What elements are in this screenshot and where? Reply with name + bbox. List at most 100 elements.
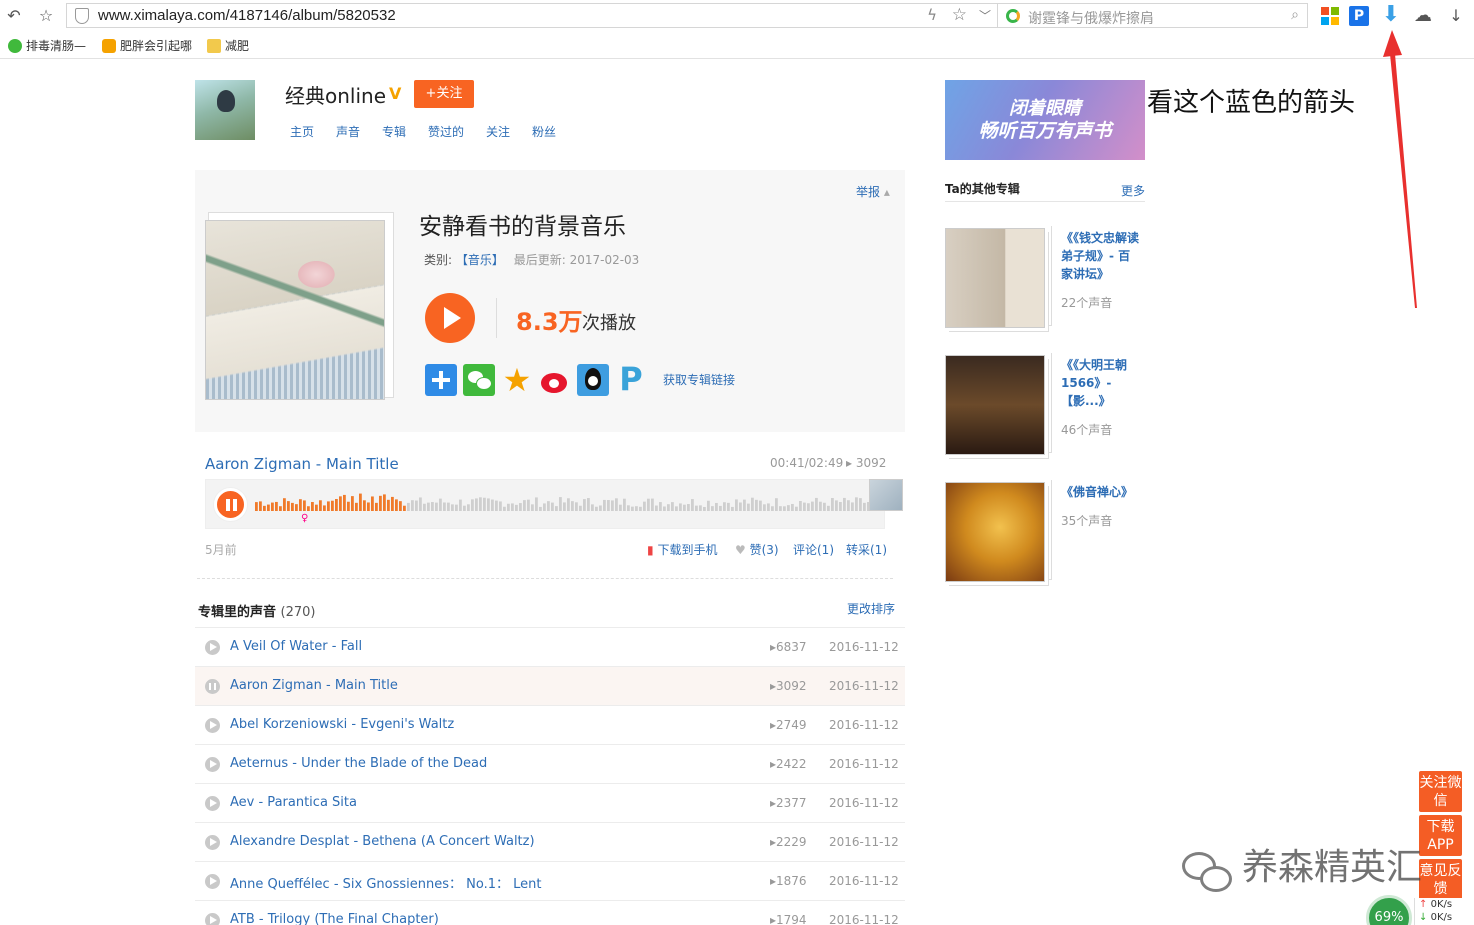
now-playing-title[interactable]: Aaron Zigman - Main Title [205,455,399,473]
waveform-bar[interactable] [615,498,618,511]
waveform-bar[interactable] [751,497,754,511]
waveform-bar[interactable] [735,499,738,511]
waveform-bar[interactable] [255,502,258,511]
waveform-bar[interactable] [559,497,562,511]
download-app-button[interactable]: 下载APP [1419,815,1462,856]
waveform-bar[interactable] [803,502,806,511]
waveform-bar[interactable] [455,504,458,511]
waveform-bar[interactable] [591,504,594,511]
waveform-bar[interactable] [687,504,690,511]
waveform-bar[interactable] [823,502,826,511]
waveform-bar[interactable] [399,501,402,511]
waveform-bar[interactable] [463,505,466,511]
waveform-bar[interactable] [439,498,442,511]
waveform-bar[interactable] [623,498,626,511]
waveform-bar[interactable] [647,498,650,511]
waveform-bar[interactable] [355,502,358,511]
waveform-bar[interactable] [691,499,694,511]
waveform-bar[interactable] [639,506,642,511]
waveform-bar[interactable] [411,500,414,511]
waveform-bar[interactable] [351,496,354,511]
waveform-bar[interactable] [287,501,290,511]
p-extension-icon[interactable]: P [1349,6,1369,26]
other-album-cover[interactable] [945,355,1045,455]
waveform-bar[interactable] [263,505,266,511]
bookmark-item[interactable]: 排毒清肠— [8,37,86,54]
waveform-bar[interactable] [359,493,362,511]
qq-share-icon[interactable] [577,364,609,396]
qzone-share-icon[interactable]: ★ [501,364,533,396]
address-bar[interactable]: www.ximalaya.com/4187146/album/5820532 ϟ… [66,3,998,28]
feedback-button[interactable]: 意见反馈 [1419,859,1462,900]
waveform-bar[interactable] [827,505,830,511]
waveform-bar[interactable] [427,502,430,511]
list-item[interactable]: Abel Korzeniowski - Evgeni's Waltz ▸2749 2… [195,705,905,744]
waveform-bar[interactable] [611,500,614,511]
waveform-bar[interactable] [675,506,678,511]
waveform-bar[interactable] [819,501,822,511]
waveform-bar[interactable] [483,497,486,511]
waveform-bar[interactable] [619,504,622,511]
waveform-bar[interactable] [763,504,766,511]
waveform-bar[interactable] [451,504,454,511]
waveform-bar[interactable] [435,502,438,511]
waveform-bar[interactable] [403,505,406,511]
download-to-phone[interactable]: ▮ 下载到手机 [647,541,717,558]
search-box[interactable]: 谢霆锋与俄爆炸擦肩 ⌕ [998,3,1308,28]
waveform-bar[interactable] [391,496,394,511]
waveform-bar[interactable] [703,506,706,511]
other-album-title[interactable]: 《佛音禅心》 [1061,483,1141,501]
waveform-bar[interactable] [683,504,686,511]
waveform-bar[interactable] [275,501,278,511]
bookmark-folder[interactable]: 减肥 [207,37,249,54]
waveform-bar[interactable] [607,500,610,511]
play-circle-icon[interactable] [205,757,220,772]
waveform-bar[interactable] [375,502,378,511]
search-icon[interactable]: ⌕ [1291,7,1299,23]
waveform-bar[interactable] [543,503,546,511]
play-circle-icon[interactable] [205,913,220,925]
waveform-bar[interactable] [807,503,810,511]
waveform-bar[interactable] [415,500,418,511]
other-album-title[interactable]: 《《钱文忠解读弟子规》- 百家讲坛》 [1061,229,1141,283]
waveform-bar[interactable] [383,494,386,511]
waveform-bar[interactable] [539,506,542,511]
waveform-bar[interactable] [563,502,566,511]
list-item[interactable]: Anne Queffélec - Six Gnossiennes： No.1： … [195,861,905,900]
play-button[interactable] [425,293,475,343]
waveform-bar[interactable] [679,503,682,511]
play-circle-icon[interactable] [205,874,220,889]
list-item[interactable]: Aeternus - Under the Blade of the Dead ▸2… [195,744,905,783]
waveform-bar[interactable] [783,506,786,511]
waveform-bar[interactable] [431,502,434,511]
promo-banner[interactable]: 闭着眼睛 畅听百万有声书 [945,80,1145,160]
waveform-bar[interactable] [627,505,630,511]
waveform-bar[interactable] [635,506,638,511]
waveform-bar[interactable] [815,497,818,511]
waveform-bar[interactable] [323,505,326,511]
waveform-bar[interactable] [631,506,634,511]
get-album-link[interactable]: 获取专辑链接 [663,371,735,388]
search-input[interactable]: 谢霆锋与俄爆炸擦肩 [1028,8,1154,28]
waveform-bar[interactable] [303,500,306,511]
avatar[interactable] [195,80,255,140]
waveform-bar[interactable] [507,503,510,511]
waveform-bar[interactable] [579,505,582,511]
waveform-bar[interactable] [547,501,550,511]
waveform-bar[interactable] [495,500,498,511]
waveform-bar[interactable] [667,504,670,511]
waveform-bar[interactable] [571,501,574,511]
report-link[interactable]: 举报 ▴ [856,183,890,200]
chevron-down-icon[interactable]: ﹀ [979,7,991,24]
user-name[interactable]: 经典online [285,80,386,109]
category-link[interactable]: 【音乐】 [456,253,504,267]
waveform-bar[interactable] [551,502,554,511]
other-album-cover[interactable] [945,228,1045,328]
waveform-bar[interactable] [367,502,370,511]
undo-icon[interactable]: ↶ [4,6,24,26]
waveform-bar[interactable] [499,501,502,511]
waveform-bar[interactable] [471,499,474,511]
waveform-bar[interactable] [519,503,522,511]
waveform-bar[interactable] [787,505,790,511]
waveform-bar[interactable] [775,498,778,511]
